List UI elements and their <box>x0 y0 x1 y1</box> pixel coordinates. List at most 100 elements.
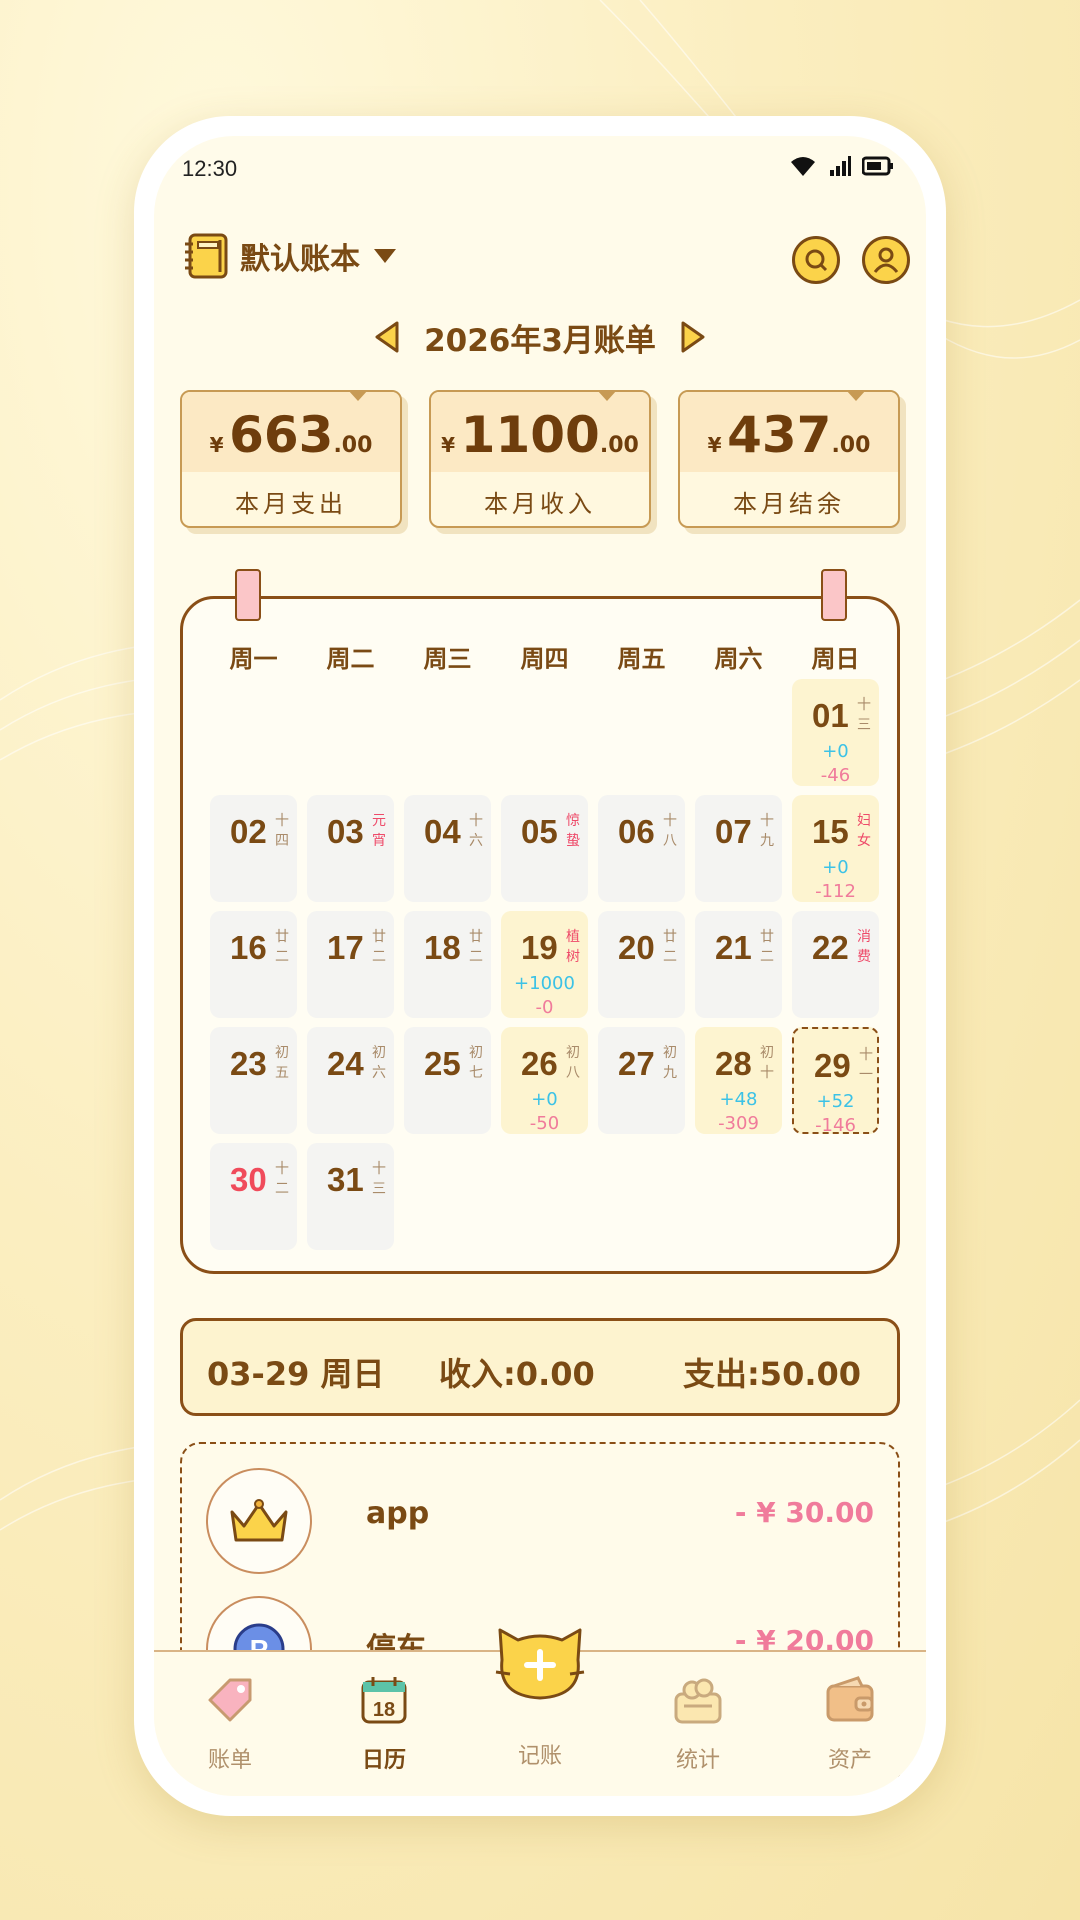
wallet-icon <box>826 1676 874 1722</box>
calendar-day-number: 03 <box>327 813 364 850</box>
calendar-day-number: 01 <box>812 697 849 734</box>
calendar-day-cell[interactable]: 26 初八 +0 -50 <box>501 1027 588 1134</box>
tab-stats[interactable]: 统计 <box>638 1674 758 1774</box>
calendar-day-number: 18 <box>424 929 461 966</box>
calendar-day-number: 06 <box>618 813 655 850</box>
amount-integer: 437 <box>727 406 832 464</box>
calendar-lunar-label: 初六 <box>372 1045 386 1081</box>
tab-label: 记账 <box>517 1744 562 1769</box>
notebook-icon <box>185 233 228 279</box>
calendar-day-cell[interactable]: 28 初十 +48 -309 <box>695 1027 782 1134</box>
calendar-day-cell[interactable]: 29 十一 +52 -146 <box>792 1027 879 1136</box>
calendar-day-cell[interactable]: 23 初五 <box>210 1027 297 1134</box>
calendar-day-cell[interactable]: 03 元宵 <box>307 795 394 902</box>
calendar-icon: 18 <box>361 1677 407 1724</box>
calendar-lunar-label: 初九 <box>663 1045 677 1081</box>
calendar-day-cell[interactable]: 15 妇女 +0 -112 <box>792 795 879 902</box>
calendar-day-cell[interactable]: 02 十四 <box>210 795 297 902</box>
calendar-lunar-label: 廿二 <box>469 929 483 965</box>
balance-card[interactable]: ¥ 437.00 本月结余 <box>678 390 900 528</box>
calendar-day-cell[interactable]: 04 十六 <box>404 795 491 902</box>
calendar-day-cell[interactable]: 19 植树 +1000 -0 <box>501 911 588 1018</box>
calendar-day-income: +52 <box>816 1091 855 1112</box>
triangle-left-icon <box>375 321 399 353</box>
weekday-label: 周六 <box>714 645 763 673</box>
record-name: app <box>366 1496 430 1531</box>
status-bar: 12:30 <box>154 136 926 200</box>
calendar-clip-left <box>235 569 261 621</box>
currency-symbol: ¥ <box>209 433 224 457</box>
amount-decimals: .00 <box>333 433 373 458</box>
calendar-lunar-label: 十一 <box>859 1047 873 1083</box>
weekday-label: 周一 <box>229 645 278 673</box>
profile-button[interactable] <box>862 236 910 284</box>
calendar-day-cell[interactable]: 24 初六 <box>307 1027 394 1134</box>
calendar-day-expense: -50 <box>529 1113 560 1134</box>
tab-calendar[interactable]: 18 日历 <box>324 1674 444 1774</box>
calendar-day-cell[interactable]: 16 廿二 <box>210 911 297 1018</box>
calendar-day-cell[interactable]: 25 初七 <box>404 1027 491 1134</box>
calendar-lunar-label: 植树 <box>566 929 580 965</box>
card-notch <box>348 390 368 401</box>
income-card[interactable]: ¥ 1100.00 本月收入 <box>429 390 651 528</box>
calendar: 周一 周二 周三 周四 周五 周六 周日 01 十三 +0 -46 02 十四 03 元宵 04… <box>180 569 900 1274</box>
calendar-day-cell[interactable]: 30 十二 <box>210 1143 297 1250</box>
amount-decimals: .00 <box>831 433 871 458</box>
cat-add-icon[interactable] <box>490 1616 590 1704</box>
calendar-day-cell[interactable]: 07 十九 <box>695 795 782 902</box>
tab-bill[interactable]: 账单 <box>170 1674 290 1774</box>
prev-month-button[interactable] <box>372 319 402 355</box>
calendar-day-number: 28 <box>715 1045 752 1082</box>
crown-icon <box>230 1499 288 1542</box>
chevron-down-icon <box>374 249 396 263</box>
calendar-lunar-label: 廿二 <box>275 929 289 965</box>
wifi-icon <box>791 157 815 176</box>
expense-label: 本月支出 <box>235 490 347 518</box>
calendar-day-expense: -309 <box>718 1113 759 1134</box>
calendar-day-number: 17 <box>327 929 364 966</box>
month-navigator: 2026年3月账单 <box>154 312 926 362</box>
expense-amount: ¥ 663.00 <box>182 406 400 464</box>
calendar-day-cell[interactable]: 31 十三 <box>307 1143 394 1250</box>
calendar-day-number: 05 <box>521 813 558 850</box>
card-notch <box>846 390 866 401</box>
next-month-button[interactable] <box>678 319 708 355</box>
calendar-day-expense: -46 <box>820 765 851 786</box>
header: 默认账本 <box>182 232 910 292</box>
balance-amount: ¥ 437.00 <box>680 406 898 464</box>
calendar-day-cell[interactable]: 22 消费 <box>792 911 879 1018</box>
day-expense: 支出:50.00 <box>683 1355 862 1393</box>
search-button[interactable] <box>792 236 840 284</box>
calendar-day-cell[interactable]: 21 廿二 <box>695 911 782 1018</box>
tab-assets[interactable]: 资产 <box>790 1674 910 1774</box>
status-icons <box>788 154 894 178</box>
tab-label: 账单 <box>207 1748 252 1773</box>
calendar-lunar-label: 十三 <box>857 697 871 733</box>
amount-integer: 1100 <box>460 406 600 464</box>
calendar-day-expense: -0 <box>535 997 554 1018</box>
user-icon <box>873 247 899 273</box>
record-item[interactable]: app - ¥ 30.00 <box>182 1444 898 1574</box>
calendar-day-number: 20 <box>618 929 655 966</box>
calendar-lunar-label: 初五 <box>275 1045 289 1081</box>
calendar-lunar-label: 妇女 <box>857 813 871 849</box>
calendar-day-cell[interactable]: 17 廿二 <box>307 911 394 1018</box>
calendar-day-number: 15 <box>812 813 849 850</box>
calendar-day-cell[interactable]: 06 十八 <box>598 795 685 902</box>
tag-icon <box>208 1678 252 1722</box>
income-label: 本月收入 <box>484 490 596 518</box>
calendar-day-cell[interactable]: 18 廿二 <box>404 911 491 1018</box>
calendar-day-cell[interactable]: 27 初九 <box>598 1027 685 1134</box>
account-book-selector[interactable]: 默认账本 <box>182 232 396 280</box>
calendar-day-cell[interactable]: 05 惊蛰 <box>501 795 588 902</box>
tab-label: 统计 <box>675 1748 720 1773</box>
calendar-day-number: 29 <box>814 1047 851 1084</box>
calendar-day-number: 02 <box>230 813 267 850</box>
calendar-day-cell[interactable]: 01 十三 +0 -46 <box>792 679 879 786</box>
calendar-lunar-label: 十九 <box>760 813 774 849</box>
calendar-day-cell[interactable]: 20 廿二 <box>598 911 685 1018</box>
battery-icon <box>862 156 893 176</box>
expense-card[interactable]: ¥ 663.00 本月支出 <box>180 390 402 528</box>
card-notch <box>597 390 617 401</box>
currency-symbol: ¥ <box>707 433 722 457</box>
